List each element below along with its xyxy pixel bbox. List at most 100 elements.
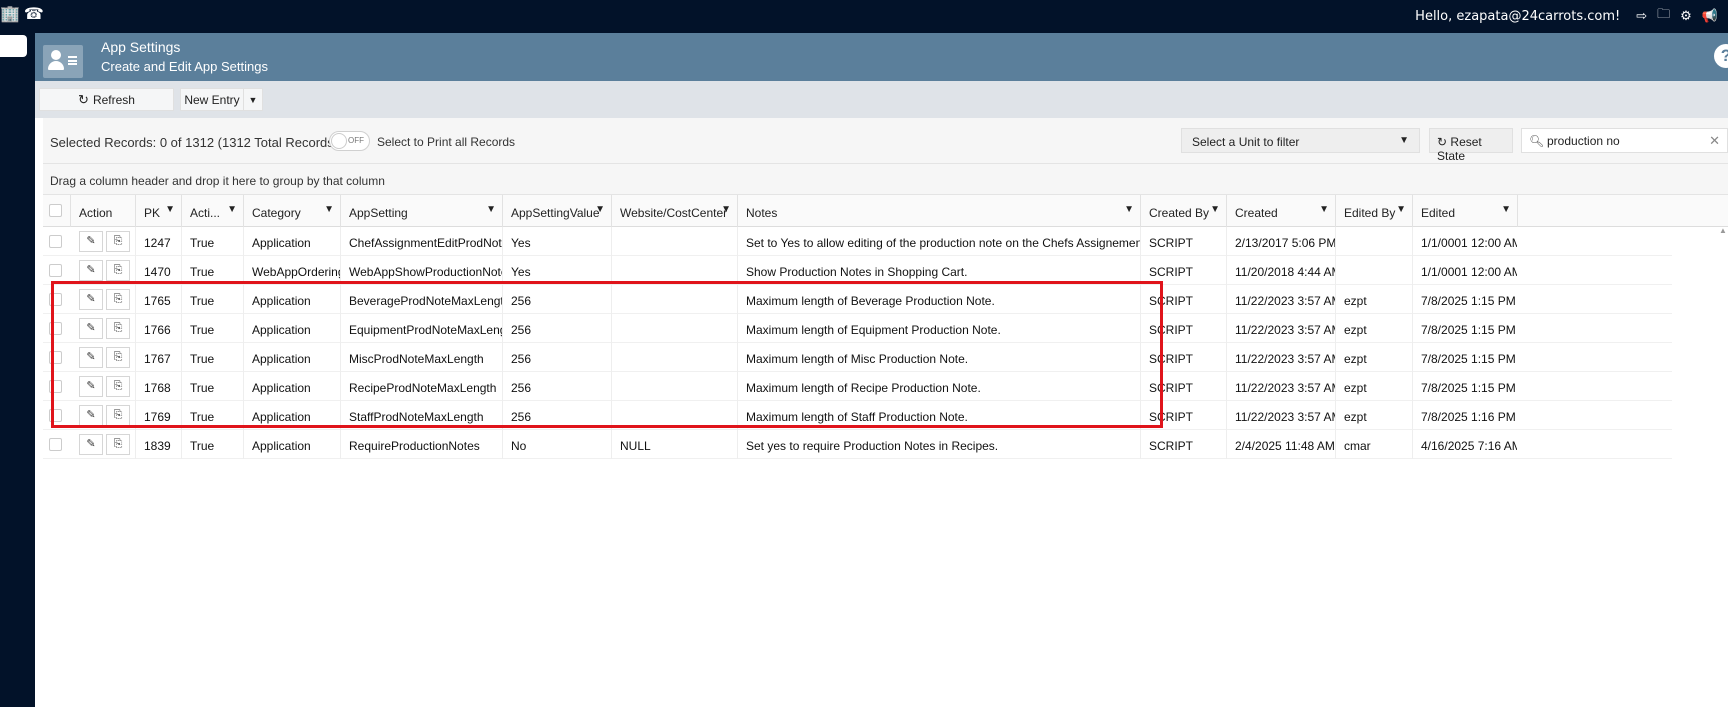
row-checkbox[interactable] bbox=[49, 293, 62, 306]
folder-icon[interactable]: 🗀 bbox=[1657, 5, 1670, 27]
row-checkbox[interactable] bbox=[49, 380, 62, 393]
filter-icon[interactable]: ▼ bbox=[227, 204, 237, 215]
appsetting-cell: WebAppShowProductionNotes bbox=[340, 256, 502, 285]
edit-icon[interactable]: ✎ bbox=[79, 347, 103, 368]
building-icon[interactable]: 🏢 bbox=[0, 6, 24, 23]
notes-cell: Maximum length of Staff Production Note. bbox=[737, 401, 1140, 430]
copy-icon[interactable]: ⎘ bbox=[106, 405, 130, 426]
appsettingvalue-cell: Yes bbox=[502, 227, 611, 256]
help-icon[interactable]: ? bbox=[1714, 44, 1728, 68]
refresh-label: Refresh bbox=[92, 92, 135, 107]
edit-icon[interactable]: ✎ bbox=[79, 318, 103, 339]
copy-icon[interactable]: ⎘ bbox=[106, 289, 130, 310]
column-header-pk[interactable]: PK ▼ bbox=[135, 195, 181, 227]
column-header-appsettingvalue[interactable]: AppSettingValue ▼ bbox=[502, 195, 611, 227]
active-cell: True bbox=[181, 372, 243, 401]
unit-filter-select[interactable]: Select a Unit to filter ▼ bbox=[1181, 128, 1420, 153]
filter-icon[interactable]: ▼ bbox=[595, 204, 605, 215]
row-checkbox[interactable] bbox=[49, 235, 62, 248]
sidebar-toggle[interactable] bbox=[0, 35, 27, 57]
edit-icon[interactable]: ✎ bbox=[79, 260, 103, 281]
copy-icon[interactable]: ⎘ bbox=[106, 376, 130, 397]
filter-icon[interactable]: ▼ bbox=[1319, 204, 1329, 215]
filter-icon[interactable]: ▼ bbox=[1210, 204, 1220, 215]
table-row[interactable]: ✎ ⎘ 1769 True Application StaffProdNoteMaxLen… bbox=[43, 401, 1672, 430]
row-checkbox[interactable] bbox=[49, 409, 62, 422]
column-header-edited[interactable]: Edited ▼ bbox=[1412, 195, 1517, 227]
contact-card-icon bbox=[43, 45, 83, 78]
clear-search-icon[interactable]: ✕ bbox=[1709, 133, 1720, 149]
appsetting-cell: MiscProdNoteMaxLength bbox=[340, 343, 502, 372]
group-by-hint: Drag a column header and drop it here to… bbox=[50, 174, 385, 188]
group-by-panel[interactable]: Drag a column header and drop it here to… bbox=[43, 164, 1728, 195]
row-checkbox[interactable] bbox=[49, 351, 62, 364]
appsetting-cell: BeverageProdNoteMaxLength bbox=[340, 285, 502, 314]
scroll-up-icon[interactable]: ▲ bbox=[1719, 226, 1727, 235]
column-header-website-costcenter[interactable]: Website/CostCenter ▼ bbox=[611, 195, 737, 227]
column-header-spacer bbox=[1517, 195, 1561, 227]
edit-icon[interactable]: ✎ bbox=[79, 231, 103, 252]
created-cell: 11/22/2023 3:57 AM bbox=[1226, 372, 1335, 401]
pk-cell: 1765 bbox=[135, 285, 181, 314]
reset-state-button[interactable]: ↻ Reset State bbox=[1429, 128, 1513, 163]
copy-icon[interactable]: ⎘ bbox=[106, 231, 130, 252]
filter-icon[interactable]: ▼ bbox=[1124, 204, 1134, 215]
column-header-select-all[interactable] bbox=[43, 195, 70, 227]
filter-icon[interactable]: ▼ bbox=[721, 204, 731, 215]
table-row[interactable]: ✎ ⎘ 1839 True Application RequireProductionNo… bbox=[43, 430, 1672, 459]
gear-icon[interactable]: ⚙ bbox=[1680, 9, 1692, 24]
table-row[interactable]: ✎ ⎘ 1470 True WebAppOrdering WebAppShowProduc… bbox=[43, 256, 1672, 285]
filter-icon[interactable]: ▼ bbox=[1501, 204, 1511, 215]
new-entry-button[interactable]: New Entry bbox=[180, 88, 243, 111]
website-cell bbox=[611, 401, 737, 430]
active-cell: True bbox=[181, 430, 243, 459]
column-header-label: AppSetting bbox=[349, 206, 408, 220]
copy-icon[interactable]: ⎘ bbox=[106, 260, 130, 281]
pk-cell: 1839 bbox=[135, 430, 181, 459]
filter-icon[interactable]: ▼ bbox=[486, 204, 496, 215]
column-header-edited-by[interactable]: Edited By ▼ bbox=[1335, 195, 1412, 227]
filter-icon[interactable]: ▼ bbox=[165, 204, 175, 215]
filter-icon[interactable]: ▼ bbox=[1396, 204, 1406, 215]
created-by-cell: SCRIPT bbox=[1140, 227, 1226, 256]
created-by-cell: SCRIPT bbox=[1140, 314, 1226, 343]
megaphone-icon[interactable]: 📢 bbox=[1702, 9, 1718, 24]
select-all-checkbox[interactable] bbox=[49, 204, 62, 217]
refresh-button[interactable]: ↻ Refresh bbox=[39, 88, 174, 111]
row-checkbox[interactable] bbox=[49, 322, 62, 335]
created-cell: 2/4/2025 11:48 AM bbox=[1226, 430, 1335, 459]
column-header-created-by[interactable]: Created By ▼ bbox=[1140, 195, 1226, 227]
column-header-category[interactable]: Category ▼ bbox=[243, 195, 340, 227]
column-header-appsetting[interactable]: AppSetting ▼ bbox=[340, 195, 502, 227]
edit-icon[interactable]: ✎ bbox=[79, 376, 103, 397]
table-row[interactable]: ✎ ⎘ 1766 True Application EquipmentProdNoteMa… bbox=[43, 314, 1672, 343]
column-header-created[interactable]: Created ▼ bbox=[1226, 195, 1335, 227]
website-cell bbox=[611, 343, 737, 372]
created-cell: 11/22/2023 3:57 AM bbox=[1226, 343, 1335, 372]
filter-icon[interactable]: ▼ bbox=[324, 204, 334, 215]
column-header-action[interactable]: Action bbox=[70, 195, 135, 227]
edit-icon[interactable]: ✎ bbox=[79, 434, 103, 455]
table-row[interactable]: ✎ ⎘ 1247 True Application ChefAssignmentEditP… bbox=[43, 227, 1672, 256]
row-checkbox[interactable] bbox=[49, 438, 62, 451]
row-checkbox[interactable] bbox=[49, 264, 62, 277]
table-row[interactable]: ✎ ⎘ 1767 True Application MiscProdNoteMaxLeng… bbox=[43, 343, 1672, 372]
table-row[interactable]: ✎ ⎘ 1765 True Application BeverageProdNoteMax… bbox=[43, 285, 1672, 314]
edit-icon[interactable]: ✎ bbox=[79, 289, 103, 310]
copy-icon[interactable]: ⎘ bbox=[106, 347, 130, 368]
created-by-cell: SCRIPT bbox=[1140, 401, 1226, 430]
copy-icon[interactable]: ⎘ bbox=[106, 434, 130, 455]
table-row[interactable]: ✎ ⎘ 1768 True Application RecipeProdNoteMaxLe… bbox=[43, 372, 1672, 401]
new-entry-dropdown-button[interactable]: ▼ bbox=[243, 88, 263, 111]
copy-icon[interactable]: ⎘ bbox=[106, 318, 130, 339]
search-input[interactable] bbox=[1547, 132, 1707, 150]
print-all-toggle[interactable]: OFF bbox=[329, 131, 370, 151]
column-header-notes[interactable]: Notes ▼ bbox=[737, 195, 1140, 227]
column-header-active[interactable]: Acti... ▼ bbox=[181, 195, 243, 227]
created-by-cell: SCRIPT bbox=[1140, 343, 1226, 372]
appsetting-cell: RequireProductionNotes bbox=[340, 430, 502, 459]
edit-icon[interactable]: ✎ bbox=[79, 405, 103, 426]
notes-cell: Maximum length of Equipment Production N… bbox=[737, 314, 1140, 343]
sign-out-icon[interactable]: ⇨ bbox=[1636, 9, 1647, 24]
phone-icon[interactable]: ☎ bbox=[24, 6, 48, 23]
